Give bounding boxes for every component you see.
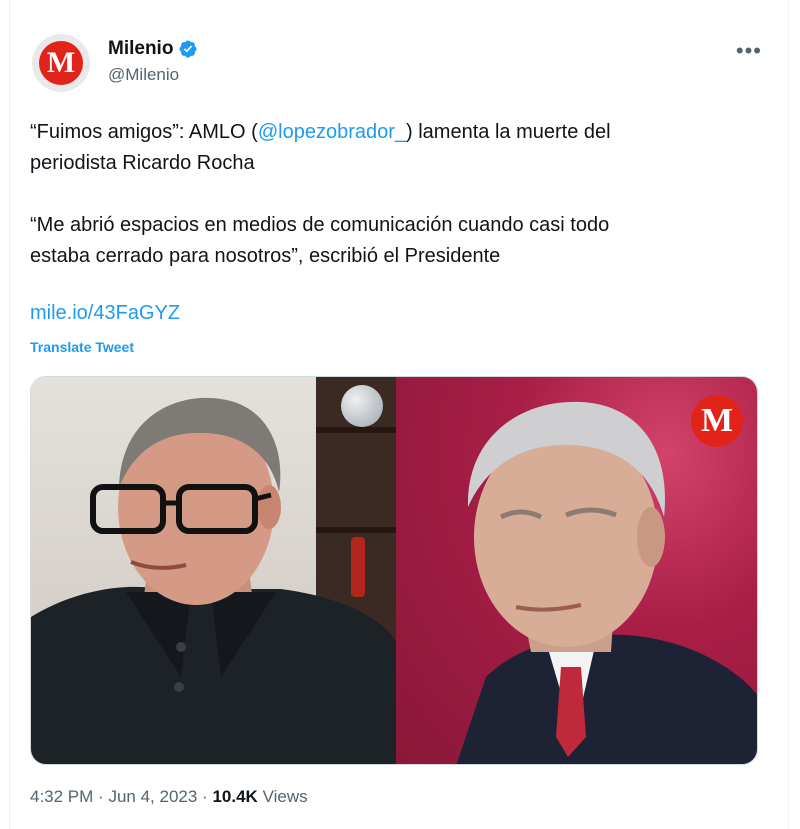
tweet-link[interactable]: mile.io/43FaGYZ <box>30 302 180 325</box>
display-name[interactable]: Milenio <box>108 38 173 60</box>
milenio-logo: M <box>39 41 83 85</box>
text-segment: ) lamenta la muerte del <box>406 121 611 143</box>
avatar[interactable]: M <box>32 34 90 92</box>
more-icon[interactable]: ••• <box>736 38 762 64</box>
tweet-card[interactable]: M Milenio @Milenio ••• “Fuimos amigos”: … <box>9 0 789 829</box>
milenio-badge-icon: M <box>691 395 743 447</box>
views-count[interactable]: 10.4K <box>212 787 257 806</box>
text-segment: “Fuimos amigos”: AMLO ( <box>30 121 258 143</box>
avatar-letter: M <box>46 46 76 79</box>
quote-line-2: estaba cerrado para nosotros”, escribió … <box>30 245 501 267</box>
tweet-line-2: periodista Ricardo Rocha <box>30 152 255 174</box>
tweet-time[interactable]: 4:32 PM <box>30 787 93 806</box>
verified-badge-icon <box>179 40 197 58</box>
tweet-line-1: “Fuimos amigos”: AMLO (@lopezobrador_) l… <box>30 117 750 148</box>
quote-line-1: “Me abrió espacios en medios de comunica… <box>30 214 610 236</box>
tweet-meta: 4:32 PM · Jun 4, 2023 · 10.4K Views <box>30 787 308 807</box>
author-name-row: Milenio <box>108 38 198 60</box>
photo-amlo: M <box>396 377 757 764</box>
man-with-glasses-illustration <box>31 397 396 764</box>
translate-tweet-button[interactable]: Translate Tweet <box>30 339 134 355</box>
tweet-text: “Fuimos amigos”: AMLO (@lopezobrador_) l… <box>30 117 750 272</box>
badge-letter: M <box>700 402 734 439</box>
meta-separator: · <box>202 787 208 806</box>
views-label: Views <box>262 787 308 806</box>
mention-link[interactable]: @lopezobrador_ <box>258 121 406 143</box>
tweet-media[interactable]: M <box>30 376 758 765</box>
photo-ricardo-rocha <box>31 377 396 764</box>
tweet-date[interactable]: Jun 4, 2023 <box>108 787 197 806</box>
meta-separator: · <box>98 787 104 806</box>
author-handle[interactable]: @Milenio <box>108 65 179 85</box>
